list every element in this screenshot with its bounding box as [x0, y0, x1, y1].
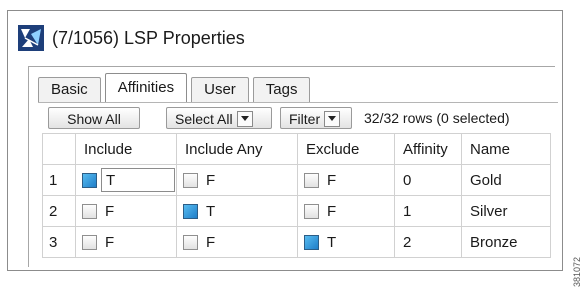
- window-title-bar: (7/1056) LSP Properties: [18, 21, 245, 55]
- column-header-affinity[interactable]: Affinity: [394, 133, 462, 165]
- show-all-button[interactable]: Show All: [48, 107, 140, 129]
- include-any-value: F: [206, 233, 216, 251]
- include-any-checkbox[interactable]: [183, 203, 198, 219]
- row-number: 3: [42, 226, 76, 258]
- exclude-cell[interactable]: F: [297, 164, 395, 196]
- exclude-cell[interactable]: T: [297, 226, 395, 258]
- window-title: (7/1056) LSP Properties: [52, 27, 245, 48]
- filter-dropdown[interactable]: Filter: [280, 107, 352, 129]
- tab-basic[interactable]: Basic: [38, 77, 101, 102]
- include-any-value: F: [206, 171, 216, 189]
- include-edit-field[interactable]: T: [101, 168, 175, 192]
- row-number: 1: [42, 164, 76, 196]
- exclude-checkbox[interactable]: [304, 203, 319, 219]
- filter-label: Filter: [289, 111, 321, 127]
- include-any-value: T: [206, 202, 216, 220]
- column-header-include-any[interactable]: Include Any: [176, 133, 298, 165]
- row-number-header: [42, 133, 76, 165]
- include-cell[interactable]: F: [75, 195, 177, 227]
- include-any-checkbox[interactable]: [183, 172, 198, 188]
- include-any-checkbox[interactable]: [183, 234, 198, 250]
- affinity-cell: 0: [394, 164, 462, 196]
- include-checkbox[interactable]: [82, 234, 97, 250]
- affinity-cell: 2: [394, 226, 462, 258]
- include-cell[interactable]: T: [75, 164, 177, 196]
- table-row[interactable]: 1 T F F 0 Gold: [42, 164, 551, 196]
- tab-bar: Basic Affinities User Tags: [38, 73, 314, 102]
- include-value: F: [105, 202, 115, 220]
- exclude-cell[interactable]: F: [297, 195, 395, 227]
- include-value: T: [106, 171, 116, 189]
- include-checkbox[interactable]: [82, 203, 97, 219]
- tab-tags[interactable]: Tags: [252, 77, 311, 102]
- include-checkbox[interactable]: [82, 172, 97, 188]
- include-any-cell[interactable]: F: [176, 226, 298, 258]
- chevron-down-icon[interactable]: [324, 111, 341, 128]
- chevron-down-icon[interactable]: [236, 111, 253, 128]
- column-header-affinity-label: Affinity: [403, 140, 448, 158]
- include-value: F: [105, 233, 115, 251]
- column-header-include[interactable]: Include: [75, 133, 177, 165]
- affinities-table: Include Include Any Exclude Affinity Nam…: [42, 133, 551, 258]
- show-all-label: Show All: [67, 111, 121, 127]
- tab-user[interactable]: User: [191, 77, 249, 102]
- exclude-checkbox[interactable]: [304, 172, 319, 188]
- exclude-value: F: [327, 202, 337, 220]
- column-header-exclude[interactable]: Exclude: [297, 133, 395, 165]
- select-all-dropdown[interactable]: Select All: [166, 107, 272, 129]
- name-cell: Silver: [461, 195, 551, 227]
- include-cell[interactable]: F: [75, 226, 177, 258]
- lsp-network-icon: [18, 25, 44, 51]
- affinity-cell: 1: [394, 195, 462, 227]
- include-any-cell[interactable]: F: [176, 164, 298, 196]
- name-cell: Bronze: [461, 226, 551, 258]
- tab-affinities[interactable]: Affinities: [104, 73, 188, 102]
- name-cell: Gold: [461, 164, 551, 196]
- exclude-value: T: [327, 233, 337, 251]
- figure-id: 381072: [572, 257, 582, 287]
- table-header-row: Include Include Any Exclude Affinity Nam…: [42, 133, 551, 165]
- include-any-cell[interactable]: T: [176, 195, 298, 227]
- row-count: 32/32 rows (0 selected): [364, 110, 510, 126]
- column-header-name[interactable]: Name: [461, 133, 551, 165]
- table-toolbar: Show All Select All Filter 32/32 rows (0…: [38, 102, 558, 133]
- row-number: 2: [42, 195, 76, 227]
- select-all-label: Select All: [175, 111, 233, 127]
- table-row[interactable]: 3 F F T 2 Bronze: [42, 226, 551, 258]
- exclude-value: F: [327, 171, 337, 189]
- table-row[interactable]: 2 F T F 1 Silver: [42, 195, 551, 227]
- exclude-checkbox[interactable]: [304, 234, 319, 250]
